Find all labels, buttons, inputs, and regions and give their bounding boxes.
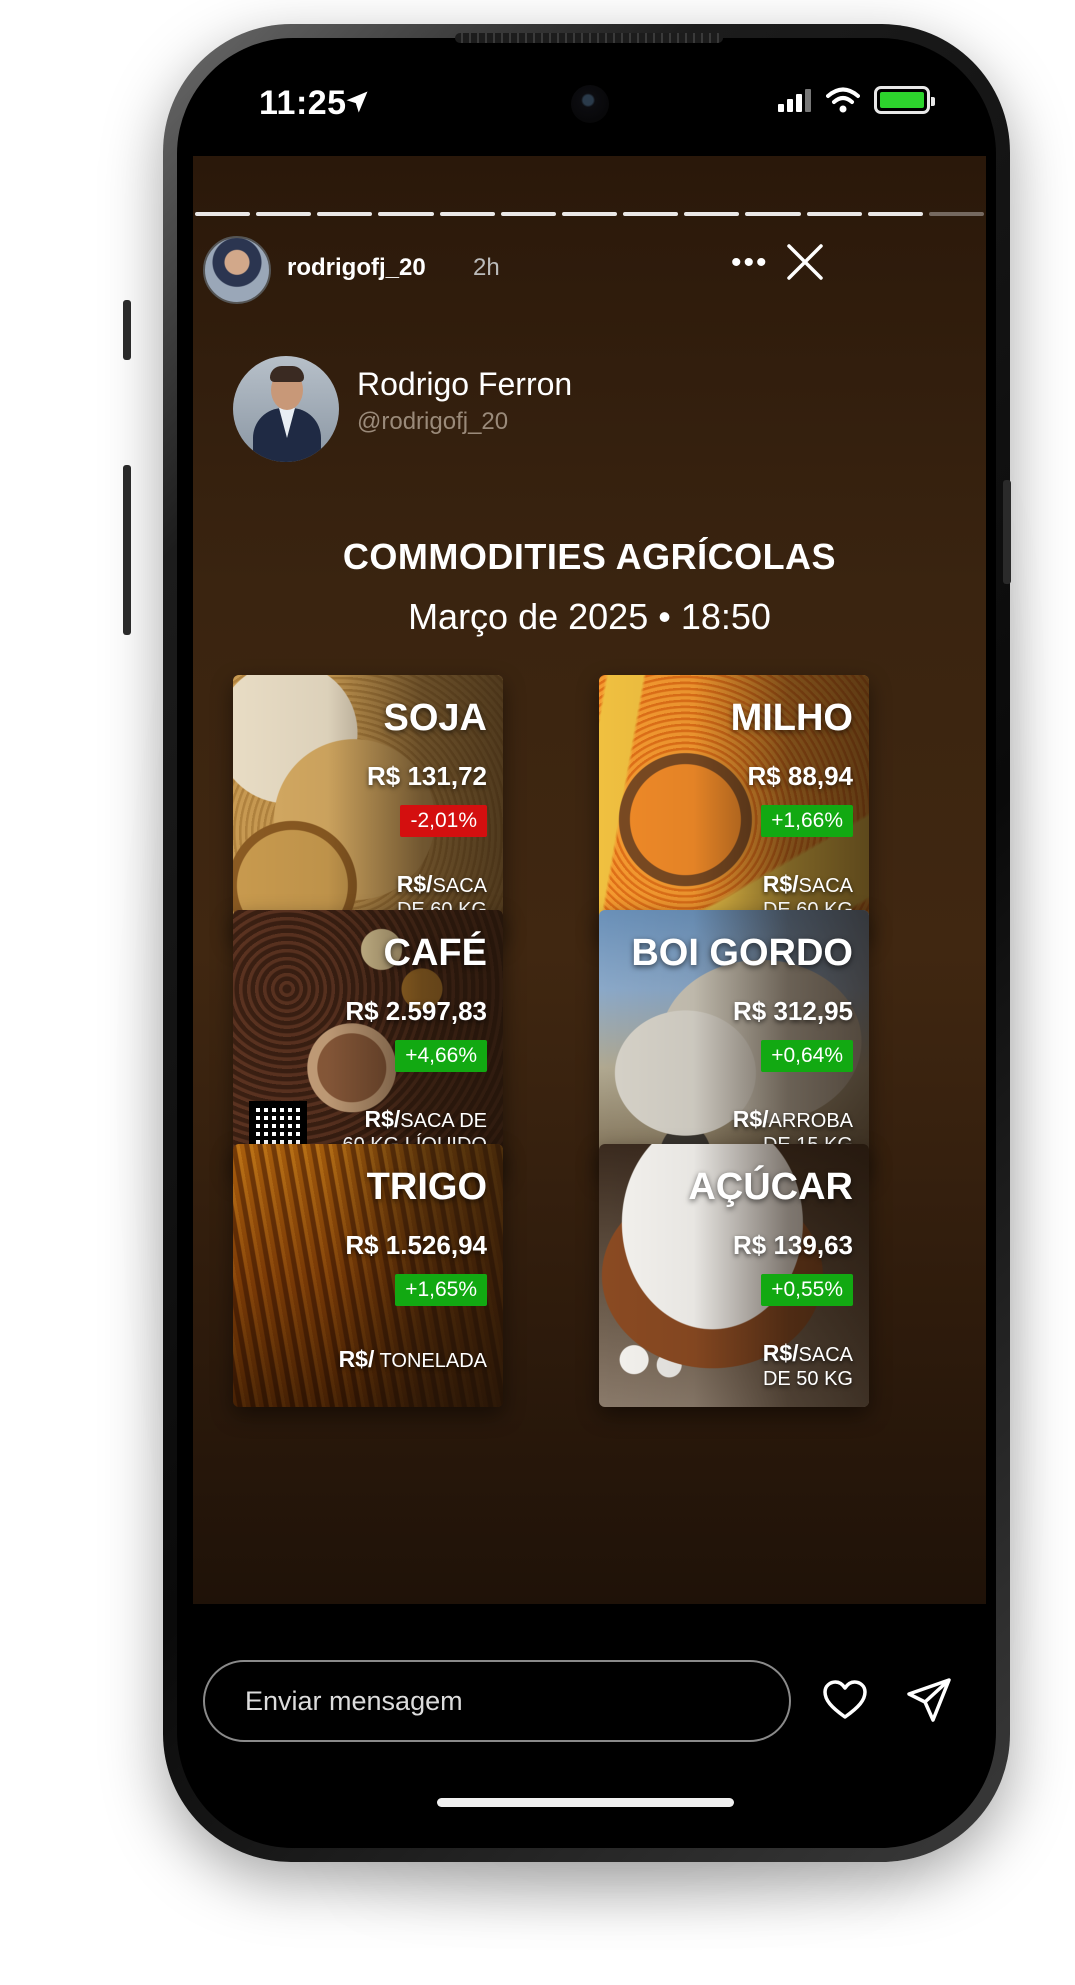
status-bar: 11:25 bbox=[193, 56, 986, 146]
progress-segment bbox=[867, 212, 923, 216]
card-price: R$ 88,94 bbox=[747, 761, 853, 791]
progress-segment bbox=[256, 212, 312, 216]
earpiece-speaker bbox=[455, 33, 723, 43]
card-title: BOI GORDO bbox=[631, 932, 853, 974]
card-cafe: CAFÉ R$ 2.597,83 +4,66% R$/SACA DE60 KG … bbox=[233, 910, 503, 1173]
card-price: R$ 139,63 bbox=[733, 1230, 853, 1260]
card-change-badge: +1,65% bbox=[395, 1274, 487, 1306]
card-title: CAFÉ bbox=[383, 932, 487, 974]
page-title: COMMODITIES AGRÍCOLAS bbox=[342, 536, 837, 577]
card-change-badge: +0,64% bbox=[761, 1040, 853, 1072]
story-header: rodrigofj_20 2h ••• bbox=[203, 236, 973, 306]
status-time: 11:25 bbox=[259, 84, 347, 122]
card-price: R$ 2.597,83 bbox=[345, 996, 487, 1026]
card-trigo: TRIGO R$ 1.526,94 +1,65% R$/ TONELADA bbox=[233, 1144, 503, 1407]
story-progress-bar bbox=[193, 212, 986, 216]
card-title: SOJA bbox=[383, 697, 487, 739]
card-price: R$ 131,72 bbox=[367, 761, 487, 791]
card-change-badge: +0,55% bbox=[761, 1274, 853, 1306]
card-title: AÇÚCAR bbox=[688, 1166, 853, 1208]
cellular-signal-icon bbox=[778, 89, 811, 112]
story-avatar[interactable] bbox=[203, 236, 271, 304]
progress-segment bbox=[623, 212, 679, 216]
front-camera bbox=[571, 85, 609, 123]
power-button bbox=[1003, 480, 1011, 584]
story-time-ago: 2h bbox=[473, 254, 500, 281]
progress-segment bbox=[195, 212, 251, 216]
card-unit: R$/SACA DE 50 KG bbox=[762, 1340, 853, 1390]
card-change-badge: -2,01% bbox=[400, 805, 487, 837]
wifi-icon bbox=[826, 87, 860, 113]
location-arrow-icon bbox=[346, 91, 368, 113]
card-change-badge: +1,66% bbox=[761, 805, 853, 837]
card-change-badge: +4,66% bbox=[395, 1040, 487, 1072]
progress-segment bbox=[317, 212, 373, 216]
send-icon[interactable] bbox=[905, 1676, 953, 1724]
author-name: Rodrigo Ferron bbox=[357, 366, 573, 402]
heart-icon[interactable] bbox=[821, 1676, 869, 1724]
home-indicator[interactable] bbox=[437, 1798, 734, 1807]
phone-screen: 11:25 rodrigofj_20 2h ••• Rodrigo Ferron… bbox=[193, 56, 986, 1836]
progress-segment bbox=[806, 212, 862, 216]
status-icons bbox=[778, 86, 935, 114]
progress-segment bbox=[745, 212, 801, 216]
story-content[interactable]: rodrigofj_20 2h ••• Rodrigo Ferron @rodr… bbox=[193, 156, 986, 1604]
card-unit: R$/ TONELADA bbox=[338, 1346, 487, 1372]
mute-switch bbox=[123, 300, 131, 360]
page-subtitle: Março de 2025 • 18:50 bbox=[408, 596, 771, 637]
card-price: R$ 312,95 bbox=[733, 996, 853, 1026]
close-icon[interactable] bbox=[783, 240, 827, 284]
message-bar bbox=[193, 1604, 986, 1836]
more-options-icon[interactable]: ••• bbox=[731, 246, 769, 280]
card-title: MILHO bbox=[730, 697, 853, 739]
author-profile: Rodrigo Ferron @rodrigofj_20 bbox=[233, 356, 733, 476]
battery-icon bbox=[874, 86, 935, 114]
card-title: TRIGO bbox=[366, 1166, 487, 1208]
message-input[interactable] bbox=[203, 1660, 791, 1742]
battery-level bbox=[880, 92, 924, 108]
progress-segment bbox=[378, 212, 434, 216]
card-milho: MILHO R$ 88,94 +1,66% R$/SACADE 60 KG bbox=[599, 675, 869, 938]
progress-segment bbox=[928, 212, 985, 216]
progress-segment bbox=[500, 212, 556, 216]
progress-segment bbox=[561, 212, 618, 216]
author-avatar bbox=[233, 356, 339, 462]
card-boi-gordo: BOI GORDO R$ 312,95 +0,64% R$/ARROBADE 1… bbox=[599, 910, 869, 1173]
story-username[interactable]: rodrigofj_20 bbox=[287, 254, 426, 282]
card-acucar: AÇÚCAR R$ 139,63 +0,55% R$/SACA DE 50 KG bbox=[599, 1144, 869, 1407]
progress-segment bbox=[439, 212, 495, 216]
progress-segment bbox=[684, 212, 740, 216]
card-soja: SOJA R$ 131,72 -2,01% R$/SACADE 60 KG bbox=[233, 675, 503, 938]
author-handle: @rodrigofj_20 bbox=[357, 408, 509, 435]
card-price: R$ 1.526,94 bbox=[345, 1230, 487, 1260]
volume-up-button bbox=[123, 465, 131, 635]
